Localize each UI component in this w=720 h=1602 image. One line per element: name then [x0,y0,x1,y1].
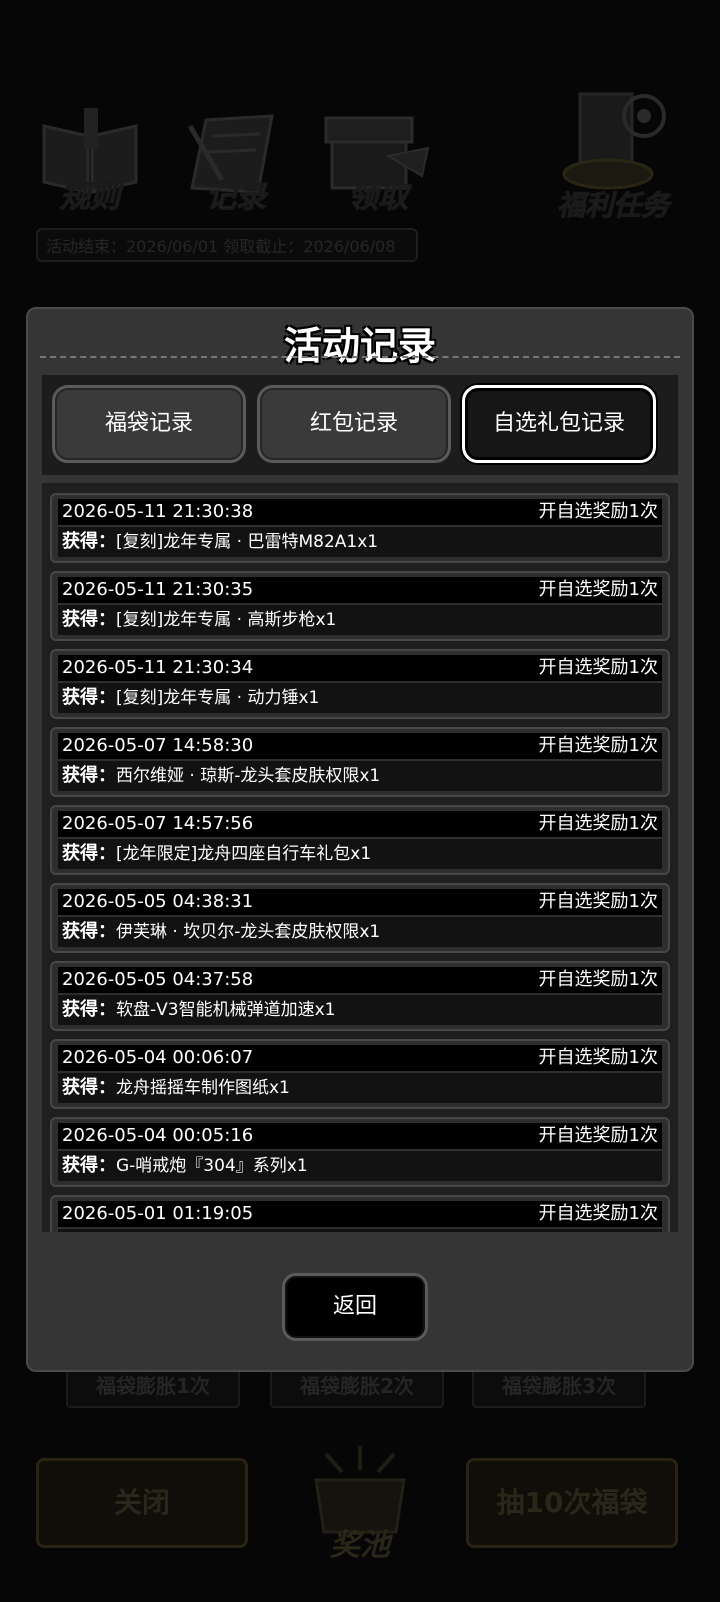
record-time: 2026-05-11 21:30:35 [62,579,254,600]
record-type: 开自选奖励1次 [538,813,658,834]
record-time: 2026-05-01 01:19:05 [62,1203,254,1224]
welfare-task-button[interactable]: 福利任务 [548,88,678,224]
prize-pool-button[interactable]: 奖池 [286,1440,434,1572]
gain-label: 获得： [62,765,116,786]
record-reward: 获得：西尔维娅 · 琼斯-龙头套皮肤权限x1 [58,761,662,791]
record-header: 2026-05-07 14:58:30 开自选奖励1次 [58,733,662,759]
record-time: 2026-05-11 21:30:38 [62,501,254,522]
record-row: 2026-05-07 14:58:30 开自选奖励1次获得：西尔维娅 · 琼斯-龙… [50,727,670,797]
record-type: 开自选奖励1次 [538,501,658,522]
record-row: 2026-05-04 00:06:07 开自选奖励1次获得：龙舟摇摇车制作图纸x1 [50,1039,670,1109]
record-reward: 获得：伊芙琳 · 坎贝尔-龙头套皮肤权限x1 [58,917,662,947]
reward-item: 西尔维娅 · 琼斯-龙头套皮肤权限x1 [116,766,381,786]
record-row: 2026-05-11 21:30:38 开自选奖励1次获得：[复刻]龙年专属 · … [50,493,670,563]
gain-label: 获得： [62,609,116,630]
record-row: 2026-05-01 01:19:05 开自选奖励1次获得： [50,1195,670,1232]
record-type: 开自选奖励1次 [538,1047,658,1068]
reward-item: 龙舟摇摇车制作图纸x1 [116,1078,290,1098]
prize-pool-label: 奖池 [330,1528,390,1563]
record-time: 2026-05-04 00:06:07 [62,1047,254,1068]
record-header: 2026-05-11 21:30:34 开自选奖励1次 [58,655,662,681]
record-header: 2026-05-05 04:38:31 开自选奖励1次 [58,889,662,915]
record-reward: 获得：软盘-V3智能机械弹道加速x1 [58,995,662,1025]
record-reward: 获得： [58,1229,662,1232]
record-time: 2026-05-07 14:58:30 [62,735,254,756]
back-button[interactable]: 返回 [282,1273,428,1341]
gain-label: 获得： [62,999,116,1020]
reward-item: [龙年限定]龙舟四座自行车礼包x1 [116,844,372,864]
reward-item: G-哨戒炮『304』系列x1 [116,1156,308,1176]
tab-red-packet-records[interactable]: 红包记录 [257,385,451,463]
gain-label: 获得： [62,1077,116,1098]
reward-item: [复刻]龙年专属 · 高斯步枪x1 [116,610,337,630]
record-header: 2026-05-05 04:37:58 开自选奖励1次 [58,967,662,993]
record-row: 2026-05-04 00:05:16 开自选奖励1次获得：G-哨戒炮『304』系… [50,1117,670,1187]
rules-label: 规则 [60,180,121,216]
record-row: 2026-05-11 21:30:34 开自选奖励1次获得：[复刻]龙年专属 · … [50,649,670,719]
gain-label: 获得： [62,687,116,708]
reward-item: [复刻]龙年专属 · 动力锤x1 [116,688,320,708]
tab-optional-gift-records[interactable]: 自选礼包记录 [462,385,656,463]
tab-lucky-bag-records[interactable]: 福袋记录 [52,385,246,463]
record-label: 记录 [206,180,267,216]
record-reward: 获得：龙舟摇摇车制作图纸x1 [58,1073,662,1103]
record-type: 开自选奖励1次 [538,1125,658,1146]
gain-label: 获得： [62,921,116,942]
record-type: 开自选奖励1次 [538,969,658,990]
draw-10-button[interactable]: 抽10次福袋 [466,1458,678,1548]
record-type: 开自选奖励1次 [538,579,658,600]
record-reward: 获得：[复刻]龙年专属 · 巴雷特M82A1x1 [58,527,662,557]
record-reward: 获得：[复刻]龙年专属 · 动力锤x1 [58,683,662,713]
record-reward: 获得：[龙年限定]龙舟四座自行车礼包x1 [58,839,662,869]
activity-dates: 活动结束：2026/06/01 领取截止：2026/06/08 [36,228,418,262]
target-trophy-icon [562,92,666,190]
dialog-title: 活动记录 [283,324,436,368]
record-type: 开自选奖励1次 [538,735,658,756]
reward-item: 软盘-V3智能机械弹道加速x1 [116,1000,336,1020]
record-time: 2026-05-04 00:05:16 [62,1125,254,1146]
gain-label: 获得： [62,1155,116,1176]
record-row: 2026-05-05 04:37:58 开自选奖励1次获得：软盘-V3智能机械弹道… [50,961,670,1031]
record-list[interactable]: 2026-05-11 21:30:38 开自选奖励1次 获得：[复刻]龙年专属 · … [42,483,678,1232]
title-divider [40,356,680,358]
gain-label: 获得： [62,843,116,864]
record-header: 2026-05-01 01:19:05 开自选奖励1次 [58,1201,662,1227]
record-time: 2026-05-11 21:30:34 [62,657,254,678]
record-header: 2026-05-04 00:06:07 开自选奖励1次 [58,1045,662,1071]
record-type: 开自选奖励1次 [538,891,658,912]
record-row: 2026-05-05 04:38:31 开自选奖励1次获得：伊芙琳 · 坎贝尔-龙… [50,883,670,953]
record-header: 2026-05-11 21:30:35 开自选奖励1次 [58,577,662,603]
rules-button[interactable]: 规则 [30,96,150,216]
record-reward: 获得：G-哨戒炮『304』系列x1 [58,1151,662,1181]
welfare-task-label: 福利任务 [556,189,669,223]
activity-record-dialog: 活动记录 福袋记录 红包记录 自选礼包记录 2026-05-11 21:30:3… [26,307,694,1372]
record-time: 2026-05-05 04:37:58 [62,969,254,990]
gain-label: 获得： [62,531,116,552]
record-type: 开自选奖励1次 [538,657,658,678]
record-row: 2026-05-11 21:30:35 开自选奖励1次获得：[复刻]龙年专属 · … [50,571,670,641]
record-tabs: 福袋记录 红包记录 自选礼包记录 [42,375,678,475]
claim-button[interactable]: 领取 [318,96,438,216]
record-time: 2026-05-05 04:38:31 [62,891,254,912]
close-button[interactable]: 关闭 [36,1458,248,1548]
record-time: 2026-05-07 14:57:56 [62,813,254,834]
record-header: 2026-05-04 00:05:16 开自选奖励1次 [58,1123,662,1149]
record-header: 2026-05-11 21:30:38 开自选奖励1次 [58,499,662,525]
record-header: 2026-05-07 14:57:56 开自选奖励1次 [58,811,662,837]
record-reward: 获得：[复刻]龙年专属 · 高斯步枪x1 [58,605,662,635]
record-row: 2026-05-07 14:57:56 开自选奖励1次获得：[龙年限定]龙舟四座自… [50,805,670,875]
record-type: 开自选奖励1次 [538,1203,658,1224]
reward-item: [复刻]龙年专属 · 巴雷特M82A1x1 [116,532,379,552]
claim-label: 领取 [348,180,409,216]
reward-item: 伊芙琳 · 坎贝尔-龙头套皮肤权限x1 [116,922,381,942]
record-button[interactable]: 记录 [176,96,296,216]
